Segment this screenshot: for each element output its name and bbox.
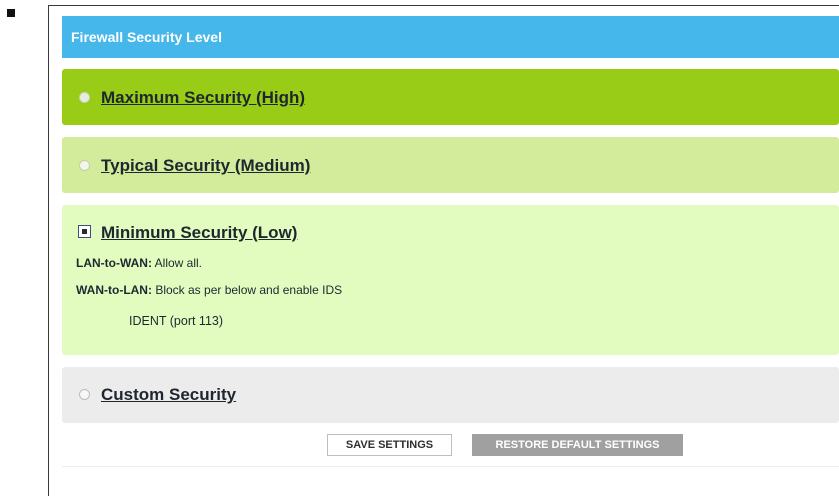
wan-to-lan-value: Block as per below and enable IDS xyxy=(155,283,343,297)
bullet-marker xyxy=(7,9,15,17)
lan-to-wan-value: Allow all. xyxy=(154,256,203,270)
label-typical-security[interactable]: Typical Security (Medium) xyxy=(101,156,310,176)
section-title: Firewall Security Level xyxy=(71,29,222,45)
radio-minimum-checked[interactable] xyxy=(78,225,91,238)
label-minimum-security[interactable]: Minimum Security (Low) xyxy=(101,223,297,243)
restore-default-settings-button[interactable]: RESTORE DEFAULT SETTINGS xyxy=(472,434,683,456)
footer-divider xyxy=(62,466,839,467)
label-custom-security[interactable]: Custom Security xyxy=(101,385,236,405)
option-minimum-security[interactable]: Minimum Security (Low) LAN-to-WAN: Allow… xyxy=(62,205,839,355)
option-maximum-security[interactable]: Maximum Security (High) xyxy=(62,69,839,125)
wan-to-lan-detail: WAN-to-LAN: Block as per below and enabl… xyxy=(76,283,342,297)
save-settings-button[interactable]: SAVE SETTINGS xyxy=(327,434,452,456)
radio-typical[interactable] xyxy=(79,160,90,171)
wan-to-lan-label: WAN-to-LAN: xyxy=(76,283,152,297)
radio-dot xyxy=(82,229,87,234)
radio-custom[interactable] xyxy=(79,389,90,400)
label-maximum-security[interactable]: Maximum Security (High) xyxy=(101,88,305,108)
radio-maximum[interactable] xyxy=(79,92,90,103)
section-header: Firewall Security Level xyxy=(62,16,839,58)
lan-to-wan-detail: LAN-to-WAN: Allow all. xyxy=(76,256,202,270)
option-custom-security[interactable]: Custom Security xyxy=(62,367,839,423)
lan-to-wan-label: LAN-to-WAN: xyxy=(76,256,152,270)
ident-rule: IDENT (port 113) xyxy=(129,314,224,328)
option-typical-security[interactable]: Typical Security (Medium) xyxy=(62,137,839,193)
